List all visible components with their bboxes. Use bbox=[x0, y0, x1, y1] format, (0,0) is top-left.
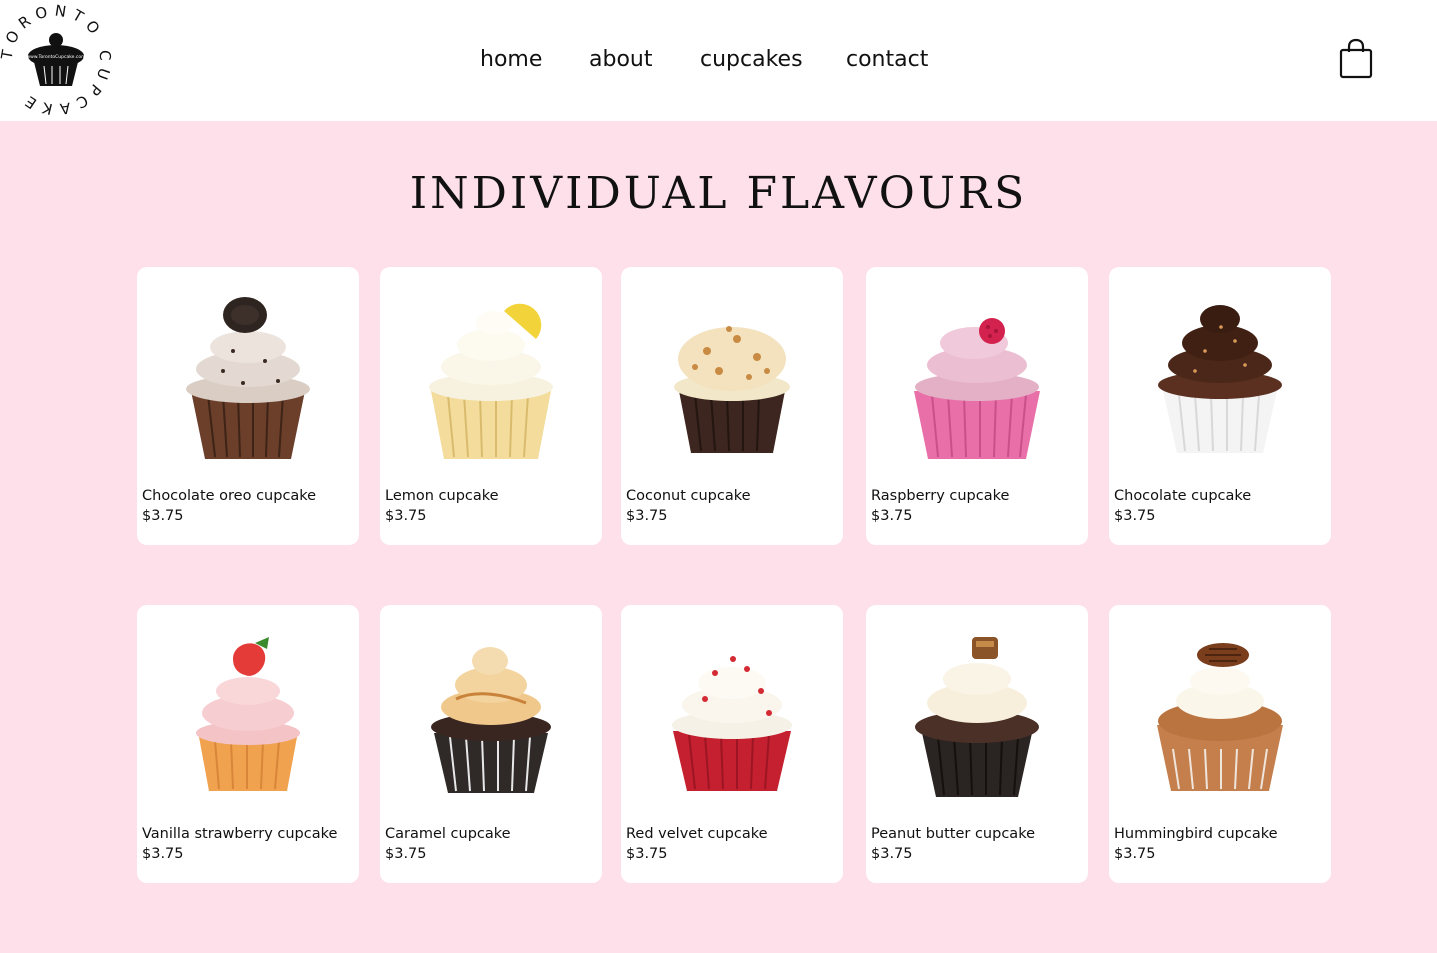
chocolate-oreo-cupcake-image bbox=[186, 297, 310, 459]
product-price: $3.75 bbox=[1114, 508, 1156, 524]
chocolate-cupcake-image bbox=[1158, 305, 1282, 453]
nav-contact[interactable]: contact bbox=[846, 44, 928, 76]
nav-cupcakes[interactable]: cupcakes bbox=[700, 44, 803, 76]
product-price: $3.75 bbox=[626, 508, 668, 524]
product-name: Raspberry cupcake bbox=[871, 488, 1010, 504]
caramel-cupcake-image bbox=[431, 647, 551, 793]
nav-home[interactable]: home bbox=[480, 44, 542, 76]
nav-about[interactable]: about bbox=[589, 44, 652, 76]
vanilla-strawberry-cupcake-image bbox=[196, 637, 300, 791]
peanut-butter-cupcake-image bbox=[915, 637, 1039, 797]
product-card-raspberry[interactable]: Raspberry cupcake $3.75 bbox=[866, 267, 1088, 545]
product-card-caramel[interactable]: Caramel cupcake $3.75 bbox=[380, 605, 602, 883]
raspberry-cupcake-image bbox=[914, 318, 1040, 459]
logo-graphic: TORONTO CUPCAKE www.TorontoCupcake.com bbox=[0, 1, 108, 118]
product-name: Red velvet cupcake bbox=[626, 826, 768, 842]
product-name: Hummingbird cupcake bbox=[1114, 826, 1278, 842]
product-name: Coconut cupcake bbox=[626, 488, 751, 504]
product-card-chocolate[interactable]: Chocolate cupcake $3.75 bbox=[1109, 267, 1331, 545]
toronto-cupcake-logo[interactable]: TORONTO CUPCAKE www.TorontoCupcake.com bbox=[0, 1, 112, 118]
site-header: TORONTO CUPCAKE www.TorontoCupcake.com h… bbox=[0, 0, 1437, 121]
product-price: $3.75 bbox=[1114, 846, 1156, 862]
hummingbird-cupcake-image bbox=[1157, 643, 1283, 791]
product-name: Lemon cupcake bbox=[385, 488, 499, 504]
product-price: $3.75 bbox=[626, 846, 668, 862]
product-card-coconut[interactable]: Coconut cupcake $3.75 bbox=[621, 267, 843, 545]
product-name: Vanilla strawberry cupcake bbox=[142, 826, 338, 842]
product-name: Chocolate oreo cupcake bbox=[142, 488, 317, 504]
product-card-chocolate-oreo[interactable]: Chocolate oreo cupcake $3.75 bbox=[137, 267, 359, 545]
product-price: $3.75 bbox=[385, 508, 427, 524]
product-price: $3.75 bbox=[871, 508, 913, 524]
product-name: Chocolate cupcake bbox=[1114, 488, 1252, 504]
svg-text:www.TorontoCupcake.com: www.TorontoCupcake.com bbox=[26, 54, 85, 60]
product-card-lemon[interactable]: Lemon cupcake $3.75 bbox=[380, 267, 602, 545]
product-name: Caramel cupcake bbox=[385, 826, 511, 842]
product-price: $3.75 bbox=[871, 846, 913, 862]
coconut-cupcake-image bbox=[674, 326, 790, 453]
shopping-bag-icon[interactable] bbox=[1338, 38, 1374, 80]
product-price: $3.75 bbox=[385, 846, 427, 862]
product-card-red-velvet[interactable]: Red velvet cupcake $3.75 bbox=[621, 605, 843, 883]
product-name: Peanut butter cupcake bbox=[871, 826, 1035, 842]
product-price: $3.75 bbox=[142, 846, 184, 862]
product-card-peanut-butter[interactable]: Peanut butter cupcake $3.75 bbox=[866, 605, 1088, 883]
red-velvet-cupcake-image bbox=[672, 656, 792, 791]
lemon-cupcake-image bbox=[429, 303, 553, 459]
page-title: INDIVIDUAL FLAVOURS bbox=[409, 168, 1028, 219]
product-card-hummingbird[interactable]: Hummingbird cupcake $3.75 bbox=[1109, 605, 1331, 883]
product-card-vanilla-strawberry[interactable]: Vanilla strawberry cupcake $3.75 bbox=[137, 605, 359, 883]
product-price: $3.75 bbox=[142, 508, 184, 524]
